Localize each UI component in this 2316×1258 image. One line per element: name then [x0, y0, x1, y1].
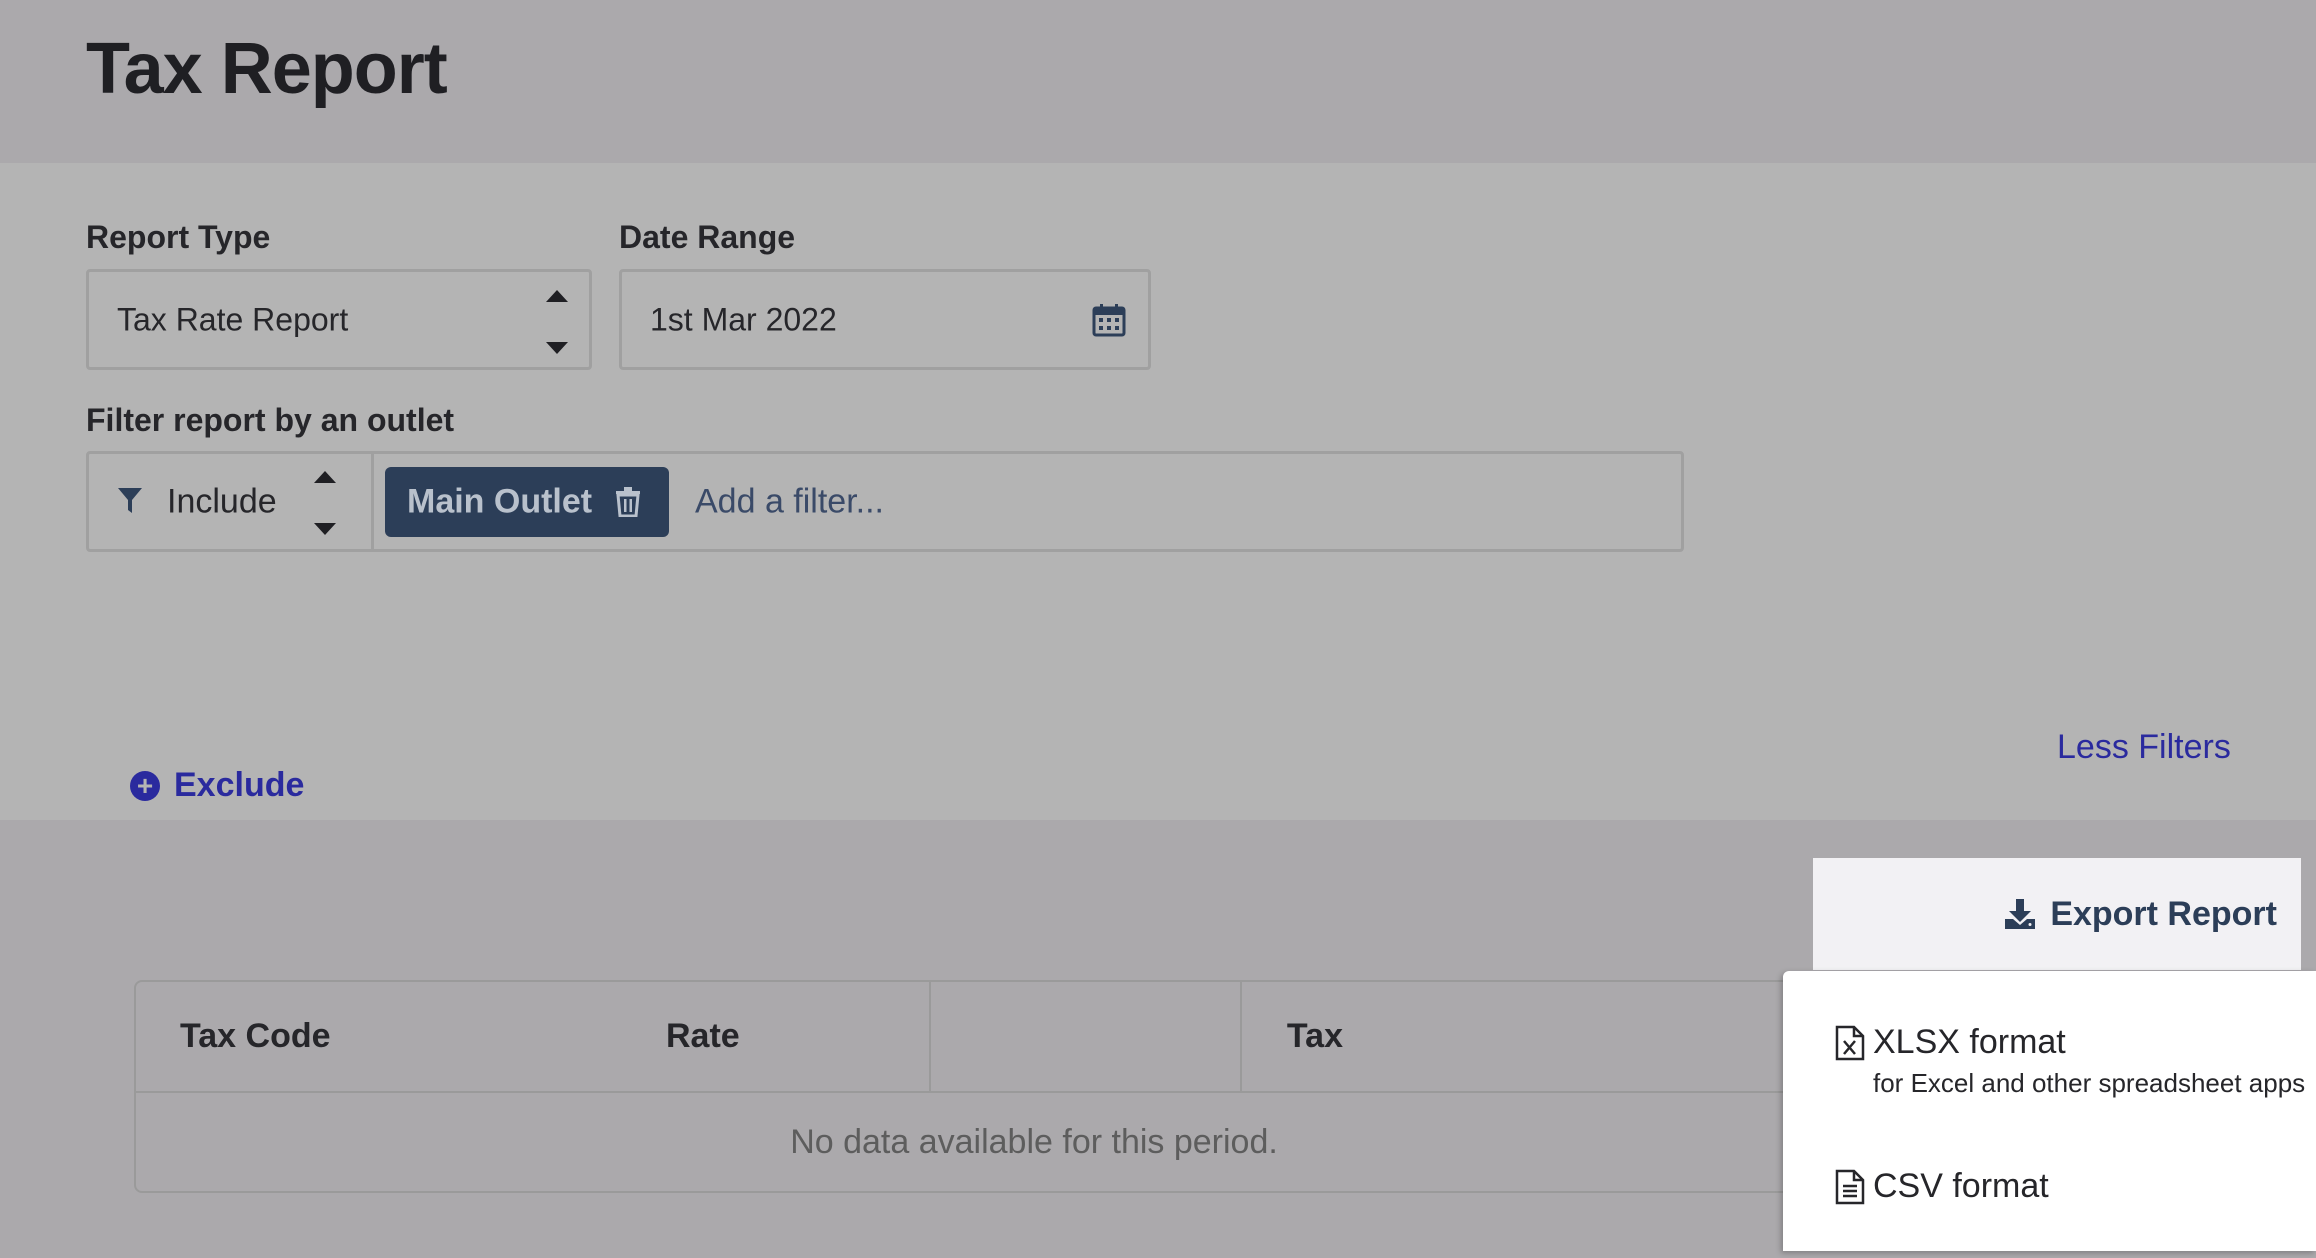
date-range-field[interactable]: 1st Mar 2022 [619, 269, 1151, 370]
select-stepper-icon [543, 290, 571, 354]
date-range-label: Date Range [619, 219, 796, 255]
add-filter-input[interactable] [695, 482, 1295, 521]
page-title: Tax Report [86, 29, 448, 109]
include-select[interactable]: Include [89, 454, 374, 549]
column-header-rate[interactable]: Rate [666, 982, 866, 1091]
table-header-row: Tax Code Rate Tax [136, 982, 1932, 1093]
csv-file-icon [1835, 1169, 1865, 1204]
outlet-chip: Main Outlet [385, 467, 669, 537]
export-report-label: Export Report [2050, 894, 2277, 933]
include-value: Include [167, 482, 277, 520]
calendar-icon[interactable] [1092, 303, 1126, 337]
xlsx-file-icon [1835, 1025, 1865, 1060]
column-header-tax[interactable]: Tax [931, 982, 1343, 1091]
menu-item-xlsx[interactable]: XLSX format for Excel and other spreadsh… [1835, 1023, 2305, 1099]
outlet-chip-label: Main Outlet [407, 482, 593, 521]
date-range-value: 1st Mar 2022 [650, 301, 837, 337]
report-type-label: Report Type [86, 219, 271, 255]
menu-item-xlsx-sublabel: for Excel and other spreadsheet apps [1873, 1068, 2306, 1098]
report-type-select[interactable]: Tax Rate Report [86, 269, 592, 370]
outlet-filter-label: Filter report by an outlet [86, 402, 455, 438]
filters-panel: Report Type Tax Rate Report Date Range 1… [0, 163, 2316, 820]
trash-icon[interactable] [615, 487, 641, 517]
report-type-value: Tax Rate Report [117, 301, 349, 337]
exclude-label: Exclude [174, 766, 305, 804]
include-stepper-icon [311, 471, 339, 535]
page-header: Tax Report [0, 0, 2316, 163]
empty-table-message: No data available for this period. [790, 1122, 1278, 1161]
less-filters-link[interactable]: Less Filters [2057, 728, 2231, 767]
menu-item-csv-label: CSV format [1873, 1167, 2049, 1205]
outlet-filter-field: Include Main Outlet [86, 451, 1684, 552]
exclude-button[interactable]: + Exclude [130, 766, 304, 805]
tax-report-table: Tax Code Rate Tax No data available for … [134, 980, 1934, 1193]
export-menu: XLSX format for Excel and other spreadsh… [1783, 971, 2316, 1251]
download-icon [2005, 899, 2036, 929]
plus-circle-icon: + [130, 770, 160, 801]
column-header-tax-code[interactable]: Tax Code [180, 982, 331, 1091]
export-report-button[interactable]: Export Report [1813, 858, 2301, 970]
menu-item-xlsx-label: XLSX format [1873, 1023, 2066, 1061]
column-divider [1240, 982, 1242, 1091]
filter-icon [118, 488, 142, 513]
menu-item-csv[interactable]: CSV format [1835, 1167, 2049, 1206]
